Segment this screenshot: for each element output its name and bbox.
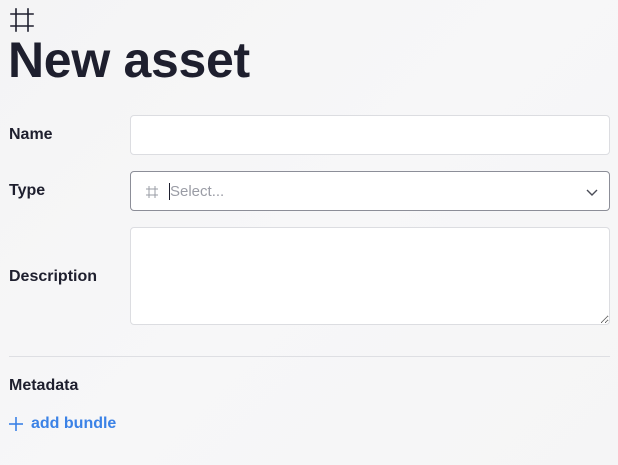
add-bundle-button[interactable]: add bundle <box>9 415 116 433</box>
crop-frame-icon <box>146 186 158 198</box>
page-title: New asset <box>8 32 250 88</box>
add-bundle-label: add bundle <box>31 415 117 432</box>
name-label: Name <box>9 126 53 143</box>
name-input[interactable] <box>130 115 610 155</box>
crop-frame-icon <box>10 8 34 32</box>
description-textarea[interactable] <box>130 227 610 325</box>
type-placeholder: Select... <box>170 183 225 200</box>
type-select[interactable]: Select... <box>130 171 610 211</box>
new-asset-page: New asset Name Type Select... Descriptio… <box>0 0 618 465</box>
metadata-heading: Metadata <box>9 377 79 394</box>
type-label: Type <box>9 182 46 199</box>
description-label: Description <box>9 268 98 285</box>
plus-icon <box>9 417 23 431</box>
divider <box>9 356 610 357</box>
chevron-down-icon[interactable] <box>585 185 599 199</box>
